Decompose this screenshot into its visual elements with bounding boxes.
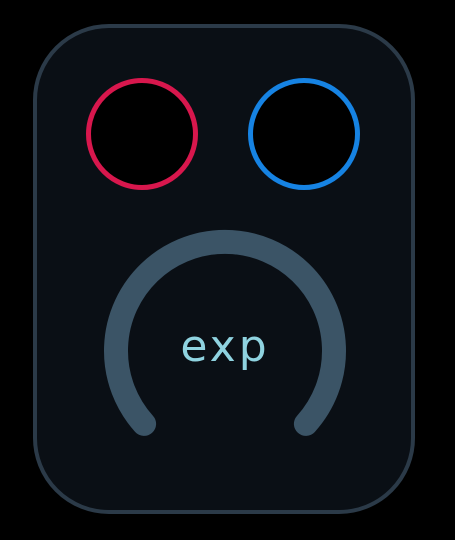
input-port[interactable] (86, 78, 198, 190)
exp-knob[interactable]: exp (95, 222, 355, 452)
output-port[interactable] (248, 78, 360, 190)
knob-label: exp (180, 321, 270, 372)
canvas: exp (0, 0, 455, 540)
